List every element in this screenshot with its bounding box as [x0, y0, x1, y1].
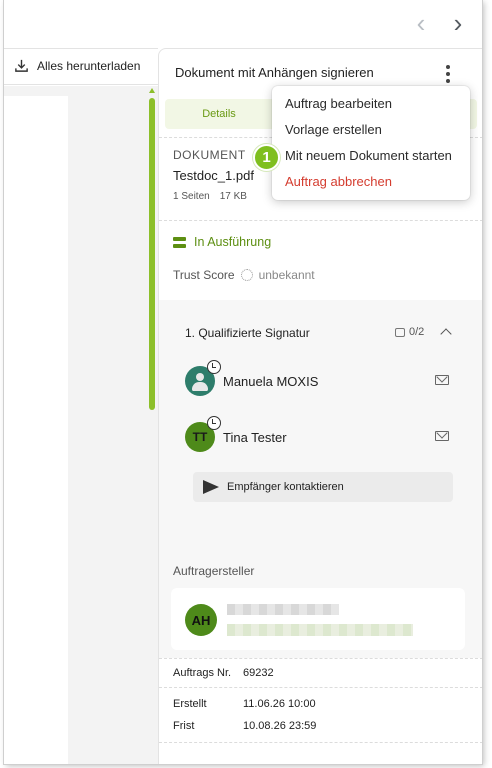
deadline-value: 10.08.26 23:59 [243, 720, 317, 732]
signer-row: Manuela MOXIS [185, 360, 319, 396]
document-filename[interactable]: Testdoc_1.pdf [173, 168, 254, 183]
creator-card: AH [171, 588, 465, 650]
avatar: AH [185, 604, 217, 636]
chevron-up-icon[interactable] [440, 328, 452, 340]
signer-row: TT Tina Tester [185, 416, 287, 452]
clock-icon [207, 360, 221, 374]
contact-recipients-button[interactable]: Empfänger kontaktieren [193, 472, 453, 502]
trust-score-value: unbekannt [258, 268, 315, 282]
avatar-initials: TT [192, 430, 208, 444]
mail-icon[interactable] [435, 375, 449, 385]
more-options-menu: Auftrag bearbeiten Vorlage erstellen Mit… [272, 86, 470, 200]
menu-item-create-template[interactable]: Vorlage erstellen [272, 119, 470, 145]
clock-icon [207, 416, 221, 430]
divider [159, 658, 482, 659]
avatar: TT [185, 416, 221, 452]
tab-details[interactable]: Details [165, 99, 273, 129]
divider [159, 742, 482, 743]
document-size: 17 KB [219, 191, 247, 202]
creator-heading: Auftragersteller [173, 564, 255, 578]
created-label: Erstellt [173, 698, 207, 710]
document-section: DOKUMENT Testdoc_1.pdf 1 Seiten 17 KB [173, 148, 254, 202]
menu-item-start-new-document[interactable]: Mit neuem Dokument starten [272, 145, 470, 171]
trust-score-label: Trust Score [173, 268, 235, 282]
avatar [185, 360, 221, 396]
scrollbar-thumb[interactable] [149, 98, 155, 410]
more-options-icon[interactable] [443, 63, 453, 85]
next-arrow-icon[interactable]: › [445, 10, 471, 38]
created-value: 11.06.26 10:00 [243, 698, 316, 710]
signer-name: Manuela MOXIS [223, 373, 319, 389]
loading-spinner-icon [240, 269, 253, 281]
document-pages: 1 Seiten [173, 191, 210, 202]
deadline-label: Frist [173, 720, 195, 732]
download-icon [15, 59, 28, 72]
signature-count: 0/2 [395, 326, 424, 338]
divider [159, 220, 482, 221]
app-window: ‹ › Alles herunterladen Dokument mit Anh… [4, 0, 482, 764]
signature-count-value: 0/2 [409, 326, 425, 338]
document-meta: 1 Seiten 17 KB [173, 191, 254, 202]
download-all-label: Alles herunterladen [37, 58, 141, 73]
signature-step-title: 1. Qualifizierte Signatur [185, 326, 310, 340]
contact-recipients-label: Empfänger kontaktieren [227, 481, 344, 493]
created-row: Erstellt 11.06.26 10:00 [173, 698, 316, 710]
status-label: In Ausführung [194, 235, 272, 249]
menu-item-edit-order[interactable]: Auftrag bearbeiten [272, 93, 470, 119]
order-number-label: Auftrags Nr. [173, 667, 232, 679]
redacted-email [227, 624, 413, 636]
document-heading: DOKUMENT [173, 148, 246, 162]
scroll-up-arrow-icon[interactable] [149, 88, 155, 93]
redacted-name [227, 604, 339, 615]
divider [159, 687, 482, 688]
status-badge: In Ausführung [173, 235, 271, 249]
trust-score: Trust Score unbekannt [173, 268, 315, 282]
signature-count-icon [395, 327, 405, 337]
menu-item-cancel-order[interactable]: Auftrag abbrechen [272, 171, 470, 197]
top-navigation: ‹ › [4, 0, 482, 48]
document-page [4, 96, 68, 764]
mail-icon[interactable] [435, 431, 449, 441]
order-number-row: Auftrags Nr. 69232 [173, 667, 274, 679]
panel-title: Dokument mit Anhängen signieren [175, 65, 374, 80]
deadline-row: Frist 10.08.26 23:59 [173, 720, 316, 732]
in-progress-icon [173, 236, 186, 248]
signature-step: 1. Qualifizierte Signatur 0/2 Manuela MO… [159, 300, 482, 546]
step-marker: 1 [253, 144, 280, 171]
signer-name: Tina Tester [223, 429, 287, 445]
creator-section: Auftragersteller AH [159, 546, 482, 658]
previous-arrow-icon[interactable]: ‹ [408, 10, 434, 38]
download-all-button[interactable]: Alles herunterladen [14, 58, 140, 73]
send-icon [203, 480, 219, 494]
viewer-toolbar: Alles herunterladen [4, 48, 158, 85]
order-number-value: 69232 [243, 667, 274, 679]
